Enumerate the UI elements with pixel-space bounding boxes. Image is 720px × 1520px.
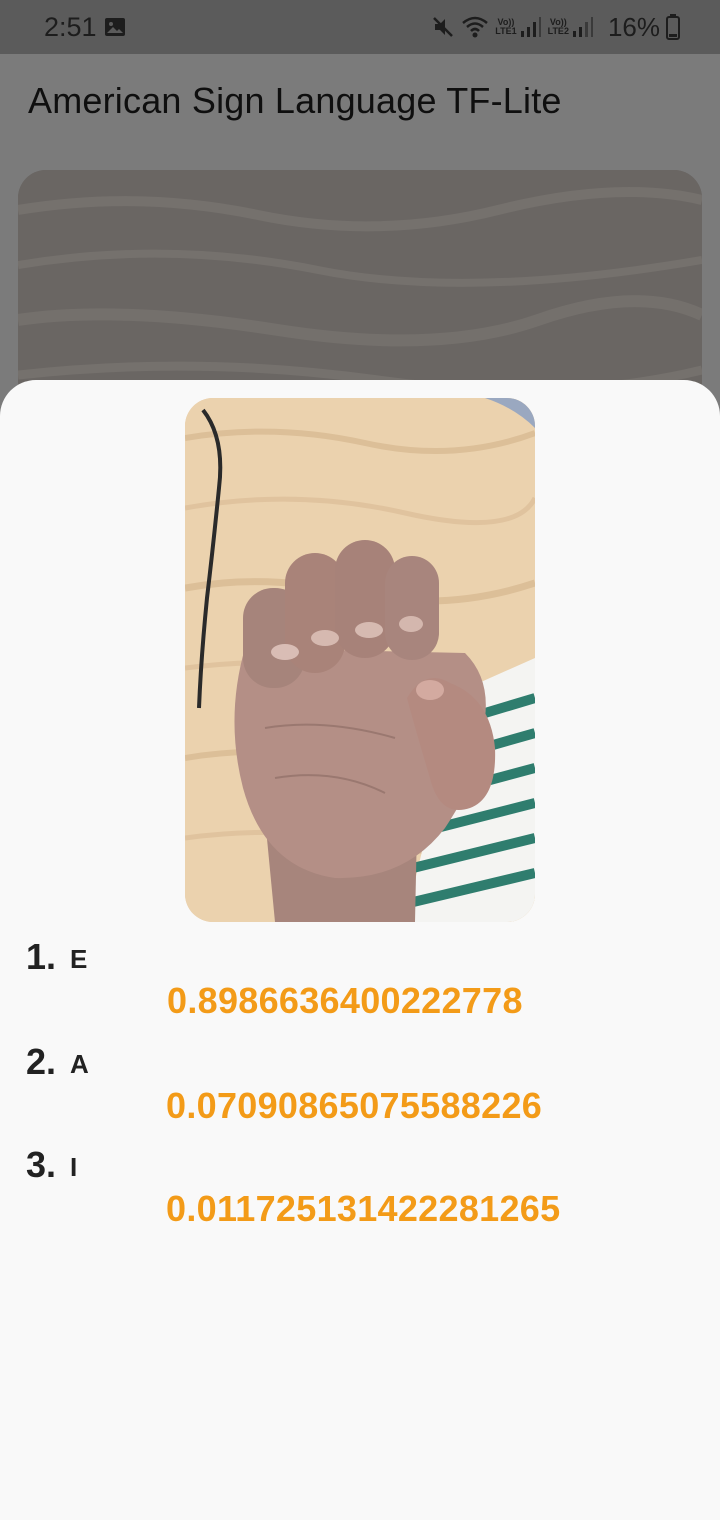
page-title: American Sign Language TF-Lite bbox=[28, 80, 562, 121]
signal-icon bbox=[572, 17, 593, 37]
result-label: I bbox=[70, 1152, 78, 1182]
result-rank: 1. bbox=[26, 936, 57, 977]
result-score: 0.8986636400222778 bbox=[167, 980, 523, 1021]
status-time: 2:51 bbox=[44, 12, 97, 42]
mute-icon bbox=[431, 15, 455, 39]
hand-sign-photo bbox=[185, 398, 535, 922]
result-score: 0.011725131422281265 bbox=[166, 1188, 561, 1229]
battery-icon bbox=[666, 14, 680, 40]
wifi-icon bbox=[461, 15, 489, 39]
sim1-indicator: Vo)) LTE1 bbox=[495, 16, 541, 38]
app-bar: American Sign Language TF-Lite bbox=[0, 54, 720, 154]
result-score: 0.07090865075588226 bbox=[166, 1085, 543, 1126]
result-item-1: 1. E 0.8986636400222778 bbox=[0, 936, 720, 1036]
result-item-2: 2. A 0.07090865075588226 bbox=[0, 1041, 720, 1141]
status-icons: Vo)) LTE1 Vo)) LTE2 16% bbox=[431, 10, 680, 44]
result-item-3: 3. I 0.011725131422281265 bbox=[0, 1144, 720, 1244]
battery-percentage: 16% bbox=[607, 11, 660, 42]
status-bar: 2:51 Vo)) LTE1 Vo)) LTE2 16% bbox=[0, 0, 720, 54]
result-label: A bbox=[70, 1049, 89, 1079]
signal-icon bbox=[520, 17, 541, 37]
sim1-lte-label: LTE1 bbox=[495, 26, 517, 36]
image-icon bbox=[104, 17, 126, 37]
sim2-indicator: Vo)) LTE2 bbox=[548, 16, 594, 38]
result-label: E bbox=[70, 944, 88, 974]
result-rank: 2. bbox=[26, 1041, 57, 1082]
results-bottom-sheet: 1. E 0.8986636400222778 2. A 0.070908650… bbox=[0, 380, 720, 1520]
sim2-lte-label: LTE2 bbox=[547, 26, 569, 36]
result-rank: 3. bbox=[26, 1144, 57, 1185]
